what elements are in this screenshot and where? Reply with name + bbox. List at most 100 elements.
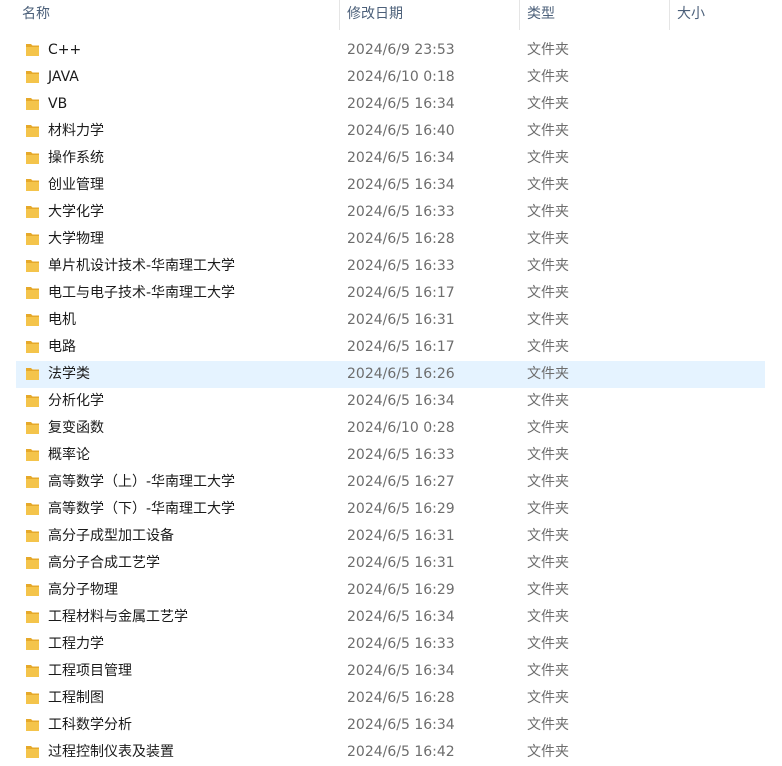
file-type: 文件夹 — [527, 96, 569, 112]
file-row[interactable]: 单片机设计技术-华南理工大学 2024/6/5 16:33 文件夹 — [0, 253, 782, 280]
column-header-modified[interactable]: 修改日期 — [339, 0, 519, 30]
file-name: 高等数学（下）-华南理工大学 — [48, 501, 236, 517]
file-type: 文件夹 — [527, 177, 569, 193]
file-row[interactable]: 高分子成型加工设备 2024/6/5 16:31 文件夹 — [0, 523, 782, 550]
file-type: 文件夹 — [527, 366, 569, 382]
folder-icon — [26, 179, 39, 191]
file-name: 创业管理 — [48, 177, 104, 193]
file-row[interactable]: 过程控制仪表及装置 2024/6/5 16:42 文件夹 — [0, 739, 782, 766]
file-name: 工程材料与金属工艺学 — [48, 609, 188, 625]
file-row[interactable]: 电机 2024/6/5 16:31 文件夹 — [0, 307, 782, 334]
file-modified-date: 2024/6/5 16:31 — [347, 528, 455, 544]
file-name: 电工与电子技术-华南理工大学 — [48, 285, 236, 301]
file-row[interactable]: 操作系统 2024/6/5 16:34 文件夹 — [0, 145, 782, 172]
folder-icon — [26, 503, 39, 515]
file-type: 文件夹 — [527, 258, 569, 274]
file-type: 文件夹 — [527, 231, 569, 247]
file-type: 文件夹 — [527, 744, 569, 760]
column-header-name[interactable]: 名称 — [14, 0, 339, 30]
file-name: VB — [48, 96, 68, 112]
file-row[interactable]: 电工与电子技术-华南理工大学 2024/6/5 16:17 文件夹 — [0, 280, 782, 307]
file-row[interactable]: 工程制图 2024/6/5 16:28 文件夹 — [0, 685, 782, 712]
file-row[interactable]: 高等数学（上）-华南理工大学 2024/6/5 16:27 文件夹 — [0, 469, 782, 496]
file-modified-date: 2024/6/5 16:31 — [347, 312, 455, 328]
file-row[interactable]: 大学化学 2024/6/5 16:33 文件夹 — [0, 199, 782, 226]
file-modified-date: 2024/6/5 16:34 — [347, 717, 455, 733]
file-row[interactable]: C++ 2024/6/9 23:53 文件夹 — [0, 37, 782, 64]
file-type: 文件夹 — [527, 582, 569, 598]
file-type: 文件夹 — [527, 609, 569, 625]
file-modified-date: 2024/6/5 16:34 — [347, 609, 455, 625]
file-modified-date: 2024/6/5 16:28 — [347, 231, 455, 247]
file-type: 文件夹 — [527, 474, 569, 490]
file-row[interactable]: 工程项目管理 2024/6/5 16:34 文件夹 — [0, 658, 782, 685]
file-list: C++ 2024/6/9 23:53 文件夹 JAVA 2024/6/10 0:18 文件… — [0, 37, 782, 766]
file-name: 电路 — [48, 339, 76, 355]
folder-icon — [26, 665, 39, 677]
file-name: 工程力学 — [48, 636, 104, 652]
file-name: 材料力学 — [48, 123, 104, 139]
folder-icon — [26, 341, 39, 353]
file-name: 单片机设计技术-华南理工大学 — [48, 258, 236, 274]
file-row[interactable]: 工科数学分析 2024/6/5 16:34 文件夹 — [0, 712, 782, 739]
file-name: 工程制图 — [48, 690, 104, 706]
file-modified-date: 2024/6/5 16:17 — [347, 285, 455, 301]
folder-icon — [26, 98, 39, 110]
file-modified-date: 2024/6/5 16:31 — [347, 555, 455, 571]
file-name: 大学物理 — [48, 231, 104, 247]
file-type: 文件夹 — [527, 69, 569, 85]
folder-icon — [26, 638, 39, 650]
file-row[interactable]: 工程材料与金属工艺学 2024/6/5 16:34 文件夹 — [0, 604, 782, 631]
file-name: 大学化学 — [48, 204, 104, 220]
folder-icon — [26, 476, 39, 488]
column-header-type[interactable]: 类型 — [519, 0, 669, 30]
file-row[interactable]: 概率论 2024/6/5 16:33 文件夹 — [0, 442, 782, 469]
file-row[interactable]: 高分子物理 2024/6/5 16:29 文件夹 — [0, 577, 782, 604]
folder-icon — [26, 314, 39, 326]
file-modified-date: 2024/6/5 16:33 — [347, 636, 455, 652]
file-row[interactable]: 高等数学（下）-华南理工大学 2024/6/5 16:29 文件夹 — [0, 496, 782, 523]
file-row[interactable]: VB 2024/6/5 16:34 文件夹 — [0, 91, 782, 118]
column-header-size[interactable]: 大小 — [669, 0, 769, 30]
file-row[interactable]: 工程力学 2024/6/5 16:33 文件夹 — [0, 631, 782, 658]
file-modified-date: 2024/6/5 16:33 — [347, 258, 455, 274]
file-type: 文件夹 — [527, 285, 569, 301]
file-modified-date: 2024/6/9 23:53 — [347, 42, 455, 58]
file-row[interactable]: 材料力学 2024/6/5 16:40 文件夹 — [0, 118, 782, 145]
folder-icon — [26, 206, 39, 218]
file-type: 文件夹 — [527, 150, 569, 166]
file-name: 高分子物理 — [48, 582, 118, 598]
file-name: C++ — [48, 42, 82, 58]
file-row[interactable]: JAVA 2024/6/10 0:18 文件夹 — [0, 64, 782, 91]
file-name: 法学类 — [48, 366, 90, 382]
file-row[interactable]: 创业管理 2024/6/5 16:34 文件夹 — [0, 172, 782, 199]
file-name: JAVA — [48, 69, 79, 85]
file-type: 文件夹 — [527, 690, 569, 706]
file-row[interactable]: 电路 2024/6/5 16:17 文件夹 — [0, 334, 782, 361]
file-modified-date: 2024/6/5 16:34 — [347, 393, 455, 409]
file-name: 概率论 — [48, 447, 90, 463]
file-modified-date: 2024/6/5 16:42 — [347, 744, 455, 760]
file-row[interactable]: 分析化学 2024/6/5 16:34 文件夹 — [0, 388, 782, 415]
column-header-bar: ^ 名称 修改日期 类型 大小 — [0, 0, 782, 30]
file-modified-date: 2024/6/5 16:26 — [347, 366, 455, 382]
file-name: 复变函数 — [48, 420, 104, 436]
file-type: 文件夹 — [527, 420, 569, 436]
file-row[interactable]: 法学类 2024/6/5 16:26 文件夹 — [0, 361, 782, 388]
file-name: 过程控制仪表及装置 — [48, 744, 174, 760]
file-row[interactable]: 复变函数 2024/6/10 0:28 文件夹 — [0, 415, 782, 442]
file-modified-date: 2024/6/5 16:33 — [347, 204, 455, 220]
folder-icon — [26, 71, 39, 83]
file-type: 文件夹 — [527, 339, 569, 355]
file-row[interactable]: 高分子合成工艺学 2024/6/5 16:31 文件夹 — [0, 550, 782, 577]
file-type: 文件夹 — [527, 555, 569, 571]
folder-icon — [26, 368, 39, 380]
file-type: 文件夹 — [527, 42, 569, 58]
file-name: 工科数学分析 — [48, 717, 132, 733]
file-name: 工程项目管理 — [48, 663, 132, 679]
folder-icon — [26, 44, 39, 56]
folder-icon — [26, 719, 39, 731]
file-row[interactable]: 大学物理 2024/6/5 16:28 文件夹 — [0, 226, 782, 253]
file-type: 文件夹 — [527, 204, 569, 220]
file-modified-date: 2024/6/5 16:17 — [347, 339, 455, 355]
